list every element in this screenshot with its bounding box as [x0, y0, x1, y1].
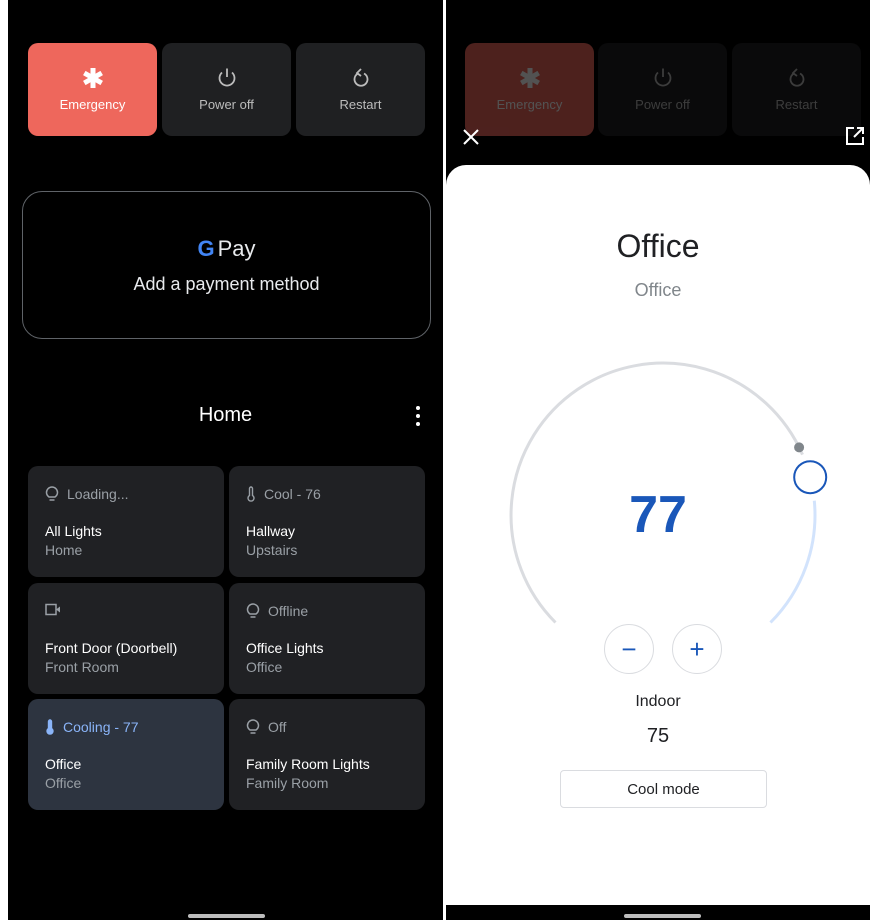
gpay-subtitle: Add a payment method: [133, 273, 320, 294]
restart-button-dimmed: Restart: [732, 43, 861, 136]
tile-name: All Lights: [45, 523, 102, 539]
tile-status: Cooling - 77: [45, 719, 139, 735]
tile-room: Front Room: [45, 659, 119, 675]
lightbulb-icon: [45, 486, 59, 501]
power-off-button[interactable]: Power off: [162, 43, 291, 136]
tile-name: Front Door (Doorbell): [45, 640, 178, 656]
emergency-asterisk-icon: [82, 68, 103, 88]
tile-room: Family Room: [246, 775, 329, 791]
tile-name: Family Room Lights: [246, 756, 370, 772]
tile-status-text: Loading...: [67, 486, 129, 502]
emergency-asterisk-icon: [519, 68, 540, 88]
tile-status: Offline: [246, 603, 308, 619]
thermometer-icon: [247, 486, 255, 502]
structure-title[interactable]: Home: [8, 404, 443, 427]
setpoint-value: 77: [629, 486, 687, 544]
tile-status-text: Cool - 76: [264, 486, 321, 502]
tile-room: Upstairs: [246, 542, 298, 558]
power-off-label: Power off: [199, 97, 254, 112]
tile-status-text: Offline: [268, 603, 309, 619]
power-icon: [218, 68, 235, 87]
power-off-label: Power off: [635, 97, 690, 112]
restart-label: Restart: [339, 97, 382, 112]
power-menu-panel: Emergency Power off Restart G Pay Add a …: [8, 0, 443, 920]
thermostat-dial[interactable]: [446, 165, 870, 685]
tile-all-lights[interactable]: Loading... All Lights Home: [28, 466, 224, 577]
decrease-button[interactable]: −: [604, 624, 654, 674]
gpay-wordmark: Pay: [217, 235, 256, 261]
camera-icon: [45, 603, 60, 616]
increase-button[interactable]: +: [672, 624, 722, 674]
thermometer-icon: [46, 719, 54, 735]
more-options-icon[interactable]: [411, 404, 425, 428]
indoor-label: Indoor: [635, 693, 681, 710]
tile-front-door[interactable]: Front Door (Doorbell) Front Room: [28, 583, 224, 694]
thermostat-detail-panel: Emergency Power off Restart Office Offic…: [446, 0, 870, 920]
tile-status-text: Cooling - 77: [63, 719, 139, 735]
restart-label: Restart: [775, 97, 818, 112]
gesture-nav-bar[interactable]: [624, 914, 701, 918]
tile-status: Cool - 76: [246, 486, 321, 502]
lightbulb-icon: [246, 603, 260, 618]
tile-office-lights[interactable]: Offline Office Lights Office: [229, 583, 425, 694]
tile-status-text: Off: [268, 719, 287, 735]
thermostat-sheet: Office Office 77 − + Indoor 75 Cool mode: [446, 165, 870, 905]
gpay-logo: G Pay: [197, 236, 255, 262]
tile-status: Loading...: [45, 486, 129, 502]
tile-room: Office: [45, 775, 82, 791]
tile-office-thermostat[interactable]: Cooling - 77 Office Office: [28, 699, 224, 810]
tile-status: [45, 603, 69, 616]
plus-icon: +: [689, 633, 705, 664]
tile-status: Off: [246, 719, 286, 735]
cool-mode-button[interactable]: Cool mode: [560, 770, 767, 808]
emergency-label: Emergency: [496, 97, 563, 112]
tile-name: Office: [45, 756, 82, 772]
tile-name: Hallway: [246, 523, 296, 539]
close-icon[interactable]: [462, 128, 480, 146]
emergency-button[interactable]: Emergency: [28, 43, 157, 136]
lightbulb-icon: [246, 719, 260, 734]
emergency-button-dimmed: Emergency: [465, 43, 594, 136]
tile-family-room-lights[interactable]: Off Family Room Lights Family Room: [229, 699, 425, 810]
tile-name: Office Lights: [246, 640, 324, 656]
minus-icon: −: [621, 633, 637, 664]
restart-icon: [789, 68, 804, 87]
restart-button[interactable]: Restart: [296, 43, 425, 136]
power-off-button-dimmed: Power off: [598, 43, 727, 136]
gesture-nav-bar[interactable]: [188, 914, 265, 918]
emergency-label: Emergency: [59, 97, 126, 112]
restart-icon: [353, 68, 368, 87]
power-icon: [654, 68, 671, 87]
tile-hallway[interactable]: Cool - 76 Hallway Upstairs: [229, 466, 425, 577]
google-g-logo: G: [197, 235, 215, 261]
dial-current-marker: [794, 442, 805, 453]
open-external-icon[interactable]: [845, 126, 865, 146]
tile-room: Office: [246, 659, 283, 675]
gpay-card[interactable]: G Pay Add a payment method: [22, 191, 431, 339]
indoor-temperature: 75: [646, 725, 670, 747]
tile-room: Home: [45, 542, 83, 558]
